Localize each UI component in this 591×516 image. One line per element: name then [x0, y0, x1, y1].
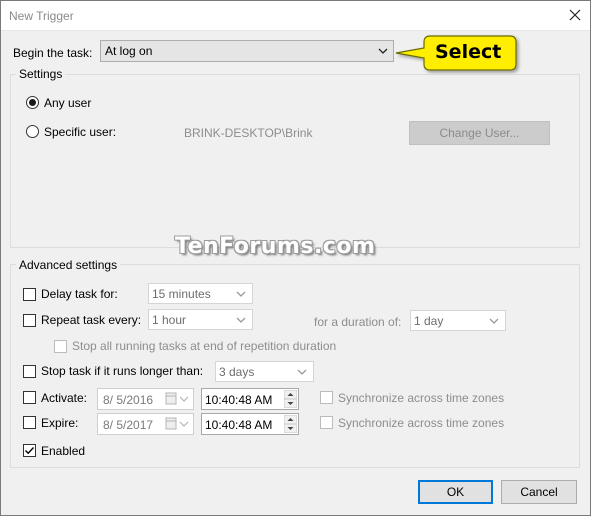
- chevron-down-icon: [378, 48, 388, 54]
- calendar-icon: [165, 392, 189, 405]
- cancel-button[interactable]: Cancel: [501, 480, 577, 504]
- spinner-icon[interactable]: [284, 390, 297, 408]
- delay-task-dropdown[interactable]: 15 minutes: [148, 283, 253, 304]
- close-icon[interactable]: [566, 6, 584, 24]
- stop-longer-checkbox[interactable]: [23, 365, 36, 378]
- any-user-radio[interactable]: [26, 96, 39, 109]
- repeat-task-label: Repeat task every:: [41, 313, 142, 327]
- duration-dropdown[interactable]: 1 day: [410, 310, 506, 331]
- chevron-down-icon: [236, 317, 246, 323]
- tenforums-watermark: TenForums.com: [175, 234, 376, 259]
- change-user-button[interactable]: Change User...: [409, 121, 550, 145]
- repeat-task-checkbox[interactable]: [23, 314, 36, 327]
- repeat-task-dropdown[interactable]: 1 hour: [148, 309, 253, 330]
- begin-task-value: At log on: [105, 44, 153, 58]
- delay-task-value: 15 minutes: [152, 287, 211, 301]
- stop-all-running-label: Stop all running tasks at end of repetit…: [72, 339, 337, 353]
- stop-longer-value: 3 days: [219, 365, 255, 379]
- delay-task-label: Delay task for:: [41, 287, 118, 301]
- expire-label: Expire:: [41, 416, 79, 430]
- expire-time-field[interactable]: 10:40:48 AM: [201, 413, 299, 435]
- expire-checkbox[interactable]: [23, 416, 36, 429]
- begin-task-label: Begin the task:: [13, 46, 93, 60]
- window-title: New Trigger: [9, 9, 74, 23]
- expire-date-picker[interactable]: 8/ 5/2017: [97, 413, 194, 435]
- calendar-icon: [165, 417, 189, 430]
- stop-all-running-checkbox[interactable]: [54, 340, 67, 353]
- expire-sync-checkbox[interactable]: [320, 416, 333, 429]
- specific-user-label: Specific user:: [44, 125, 117, 139]
- any-user-label: Any user: [44, 96, 92, 110]
- callout-text: Select: [435, 41, 502, 63]
- enabled-checkbox[interactable]: [23, 444, 36, 457]
- activate-date-value: 8/ 5/2016: [103, 393, 154, 407]
- activate-checkbox[interactable]: [23, 391, 36, 404]
- settings-title: Settings: [16, 67, 66, 81]
- chevron-down-icon: [489, 318, 499, 324]
- chevron-down-icon: [297, 369, 307, 375]
- repeat-task-value: 1 hour: [152, 313, 187, 327]
- activate-time-value: 10:40:48 AM: [205, 393, 273, 407]
- title-bar: [0, 0, 591, 31]
- expire-time-value: 10:40:48 AM: [205, 418, 273, 432]
- settings-group: [10, 74, 580, 248]
- enabled-label: Enabled: [41, 444, 86, 458]
- expire-sync-label: Synchronize across time zones: [338, 416, 505, 430]
- specific-user-radio[interactable]: [26, 125, 39, 138]
- ok-button[interactable]: OK: [418, 480, 493, 504]
- expire-date-value: 8/ 5/2017: [103, 418, 154, 432]
- chevron-down-icon: [236, 291, 246, 297]
- delay-task-checkbox[interactable]: [23, 288, 36, 301]
- activate-sync-label: Synchronize across time zones: [338, 391, 505, 405]
- activate-time-field[interactable]: 10:40:48 AM: [201, 388, 299, 410]
- checkmark-icon: [25, 447, 35, 455]
- advanced-settings-title: Advanced settings: [16, 258, 121, 272]
- spinner-icon[interactable]: [284, 415, 297, 433]
- stop-longer-label: Stop task if it runs longer than:: [41, 364, 204, 378]
- begin-task-dropdown[interactable]: At log on: [100, 40, 394, 62]
- activate-date-picker[interactable]: 8/ 5/2016: [97, 388, 194, 410]
- activate-label: Activate:: [41, 391, 88, 405]
- stop-longer-dropdown[interactable]: 3 days: [215, 361, 314, 382]
- duration-label: for a duration of:: [314, 315, 402, 329]
- specific-user-value: BRINK-DESKTOP\Brink: [184, 126, 313, 140]
- activate-sync-checkbox[interactable]: [320, 391, 333, 404]
- duration-value: 1 day: [414, 314, 444, 328]
